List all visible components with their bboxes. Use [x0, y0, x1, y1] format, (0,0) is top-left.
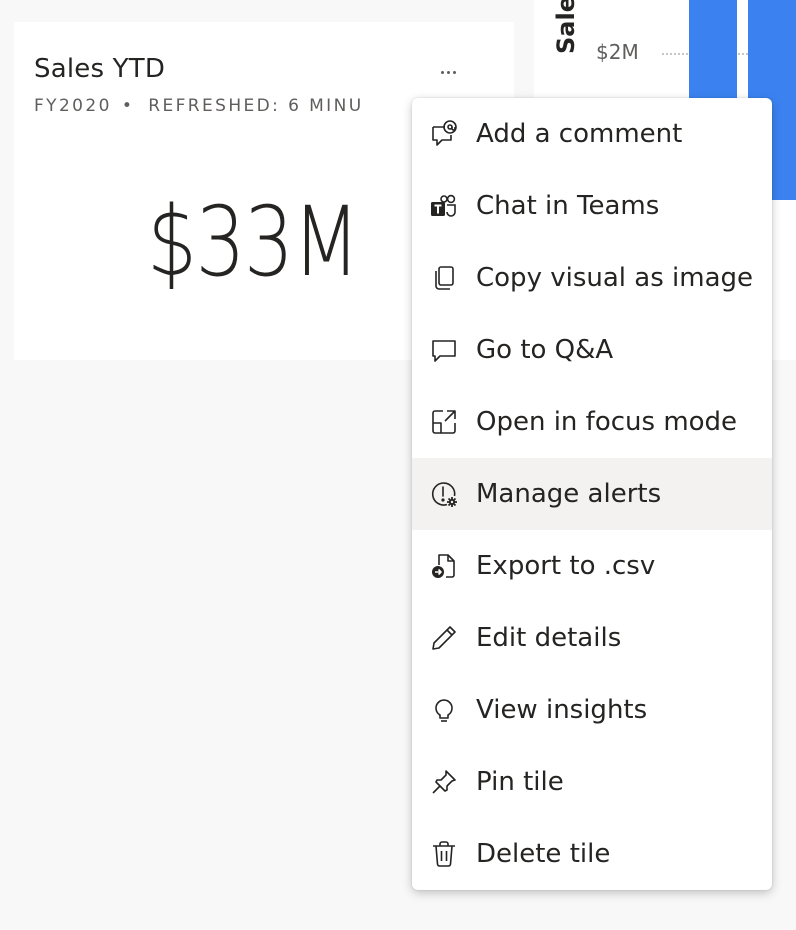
menu-item-label: Manage alerts: [476, 479, 662, 509]
tile-subtitle-refreshed: REFRESHED: 6 MINU: [148, 96, 364, 116]
menu-item-label: Copy visual as image: [476, 263, 753, 293]
menu-item-label: Chat in Teams: [476, 191, 660, 221]
chat-bubble-icon: [428, 334, 460, 366]
menu-item-manage-alerts[interactable]: Manage alerts: [412, 458, 772, 530]
chart-y-tick: $2M: [596, 40, 639, 64]
lightbulb-icon: [428, 694, 460, 726]
menu-item-label: Pin tile: [476, 767, 564, 797]
open-in-focus-icon: [428, 406, 460, 438]
menu-item-label: Go to Q&A: [476, 335, 614, 365]
menu-item-chat-in-teams[interactable]: Chat in Teams: [412, 170, 772, 242]
menu-item-label: Add a comment: [476, 119, 683, 149]
menu-item-add-comment[interactable]: Add a comment: [412, 98, 772, 170]
copy-icon: [428, 262, 460, 294]
menu-item-label: Open in focus mode: [476, 407, 738, 437]
pencil-icon: [428, 622, 460, 654]
menu-item-edit-details[interactable]: Edit details: [412, 602, 772, 674]
menu-item-label: Edit details: [476, 623, 622, 653]
menu-item-label: View insights: [476, 695, 648, 725]
tile-subtitle-period: FY2020: [34, 96, 112, 116]
tile-context-menu: Add a comment Chat in Teams Copy visual …: [412, 98, 772, 890]
teams-icon: [428, 190, 460, 222]
menu-item-view-insights[interactable]: View insights: [412, 674, 772, 746]
more-options-button[interactable]: [432, 58, 464, 86]
more-horizontal-icon: [440, 70, 444, 74]
chart-y-axis-label: Sale: [552, 0, 580, 54]
pin-icon: [428, 766, 460, 798]
menu-item-label: Export to .csv: [476, 551, 656, 581]
trash-icon: [428, 838, 460, 870]
kpi-value: $33M: [147, 186, 360, 298]
menu-item-copy-visual[interactable]: Copy visual as image: [412, 242, 772, 314]
comment-icon: [428, 118, 460, 150]
menu-item-go-to-qa[interactable]: Go to Q&A: [412, 314, 772, 386]
menu-item-export-csv[interactable]: Export to .csv: [412, 530, 772, 602]
alert-settings-icon: [428, 478, 460, 510]
tile-title: Sales YTD: [34, 54, 166, 84]
menu-item-focus-mode[interactable]: Open in focus mode: [412, 386, 772, 458]
menu-item-label: Delete tile: [476, 839, 611, 869]
subtitle-separator: •: [121, 96, 135, 116]
tile-subtitle: FY2020 • REFRESHED: 6 MINU: [34, 96, 376, 116]
menu-item-pin-tile[interactable]: Pin tile: [412, 746, 772, 818]
menu-item-delete-tile[interactable]: Delete tile: [412, 818, 772, 890]
export-file-icon: [428, 550, 460, 582]
